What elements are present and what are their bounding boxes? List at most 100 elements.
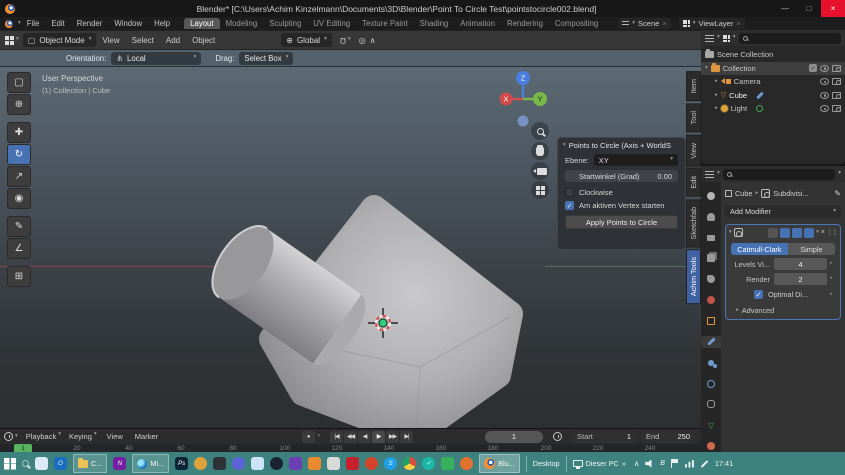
menu-edit[interactable]: Edit [45, 19, 70, 28]
taskbar-app-vlc[interactable] [308, 457, 321, 470]
menu-view[interactable]: View [96, 36, 125, 45]
pin-icon[interactable]: ✎ [834, 189, 841, 198]
snap-caret-icon[interactable]: ▾ [348, 37, 351, 43]
next-keyframe-button[interactable]: ▶▶ [386, 431, 399, 443]
panel-collapse-icon[interactable]: ▾ [563, 143, 566, 149]
workspace-tab-shading[interactable]: Shading [414, 18, 455, 29]
workspace-tab-modeling[interactable]: Modeling [220, 18, 264, 29]
workspace-tab-compositing[interactable]: Compositing [549, 18, 604, 29]
tab-scene[interactable] [701, 273, 721, 285]
taskbar-app-shield[interactable] [213, 457, 226, 470]
tab-tool[interactable] [701, 190, 721, 202]
tab-material[interactable] [701, 440, 721, 452]
marker-menu[interactable]: Marker [135, 432, 158, 441]
tab-constraints[interactable] [701, 398, 721, 410]
camera-view-button[interactable] [531, 162, 549, 180]
transform-orientation-dropdown[interactable]: ⊕ Global ▾ [281, 33, 332, 47]
start-frame-field[interactable]: Start 1 [572, 431, 636, 443]
workspace-tab-rendering[interactable]: Rendering [501, 18, 549, 29]
clockwise-checkbox[interactable] [565, 188, 574, 197]
breadcrumb-object[interactable]: Cube [735, 189, 752, 198]
camera-expand-icon[interactable]: ▸ [715, 79, 718, 85]
scene-unlink-icon[interactable]: × [662, 19, 666, 28]
tool-transform[interactable]: ◉ [7, 188, 31, 209]
network-signal-icon[interactable] [685, 460, 694, 468]
taskbar-folder-button[interactable]: C... [73, 454, 107, 473]
properties-editor-caret-icon[interactable]: ▾ [717, 171, 720, 177]
modifier-realtime-toggle[interactable] [792, 228, 802, 238]
keying-menu[interactable]: Keying▾ [69, 432, 97, 441]
zoom-button[interactable] [531, 122, 549, 140]
tab-object[interactable] [701, 315, 721, 327]
panel-title-row[interactable]: ▾ Points to Circle (Axis + WorldS [558, 138, 685, 152]
outliner-row-collection[interactable]: ▾ Collection ✓ [701, 62, 845, 76]
tool-cursor[interactable]: ⊕ [7, 94, 31, 115]
taskbar-app-pdf[interactable] [346, 457, 359, 470]
modifier-collapse-icon[interactable]: ▾ [729, 230, 732, 236]
levels-viewport-field[interactable]: 4 [774, 258, 827, 270]
sidebar-tab-tool[interactable]: Tool [686, 103, 701, 132]
view-layer-selector[interactable]: ▾ ViewLayer × [679, 18, 745, 29]
tool-move[interactable]: ✚ [7, 122, 31, 143]
taskbar-app-skype[interactable]: S [384, 457, 397, 470]
volume-icon[interactable] [645, 460, 654, 468]
sidebar-tab-view[interactable]: View [686, 135, 701, 167]
jump-to-start-button[interactable]: |◀ [330, 431, 343, 443]
outliner-search-input[interactable] [739, 33, 841, 44]
record-button[interactable]: ● [302, 431, 315, 443]
tab-modifiers[interactable] [701, 336, 721, 348]
dieser-pc-toolbar[interactable]: Dieser PC » [573, 459, 626, 468]
taskbar-app-check[interactable]: ✓ [422, 457, 435, 470]
toolbar-overflow-icon[interactable]: » [622, 459, 626, 468]
taskbar-app-steam[interactable] [270, 457, 283, 470]
collection-expand-icon[interactable]: ▾ [705, 66, 708, 72]
snap-magnet-icon[interactable]: Ω [340, 36, 346, 45]
tool-rotate[interactable]: ↻ [7, 144, 31, 165]
tray-expand-icon[interactable]: ∧ [634, 459, 639, 468]
collection-render-icon[interactable] [832, 65, 841, 72]
pen-input-icon[interactable] [701, 460, 709, 468]
taskbar-app-violet[interactable] [289, 457, 302, 470]
tool-measure[interactable]: ∠ [7, 238, 31, 259]
menu-object[interactable]: Object [186, 36, 221, 45]
outliner-editor-icon[interactable] [705, 35, 714, 42]
properties-editor-icon[interactable] [705, 171, 714, 178]
view-menu[interactable]: View [107, 432, 123, 441]
menu-render[interactable]: Render [71, 19, 109, 28]
workspace-tab-uv-editing[interactable]: UV Editing [307, 18, 356, 29]
modifier-delete-icon[interactable]: × [821, 229, 825, 236]
modifier-editmode-toggle[interactable] [780, 228, 790, 238]
outliner-filter-caret-icon[interactable]: ▾ [733, 35, 736, 41]
stopwatch-icon[interactable] [553, 432, 562, 441]
drag-setting-dropdown[interactable]: Select Box ▾ [239, 52, 293, 65]
menu-window[interactable]: Window [108, 19, 148, 28]
light-expand-icon[interactable]: ▸ [715, 106, 718, 112]
ortho-toggle-button[interactable] [531, 181, 549, 199]
modifier-extras-caret-icon[interactable]: ▾ [816, 230, 819, 236]
view-layer-unlink-icon[interactable]: × [736, 19, 740, 28]
clock[interactable]: 17:41 [715, 459, 733, 468]
outliner-row-light[interactable]: ▸ Light [701, 102, 845, 116]
proportional-falloff-icon[interactable]: ∧ [370, 36, 376, 45]
tool-add-primitive[interactable]: ⊞ [7, 266, 31, 287]
tab-view-layer[interactable] [701, 253, 721, 265]
mode-dropdown[interactable]: ▢ Object Mode ▾ [23, 33, 97, 47]
sidebar-tab-sketchfab[interactable]: Sketchfab [686, 199, 701, 247]
taskbar-app-cloud[interactable] [251, 457, 264, 470]
record-caret-icon[interactable]: ▾ [317, 434, 320, 440]
tab-world[interactable] [701, 294, 721, 306]
menu-file[interactable]: File [21, 19, 46, 28]
taskbar-app-file[interactable] [327, 457, 340, 470]
taskbar-search-icon[interactable] [22, 460, 29, 467]
collection-hide-icon[interactable] [820, 65, 829, 72]
taskbar-app-gold[interactable] [194, 457, 207, 470]
apply-points-to-circle-button[interactable]: Apply Points to Circle [565, 215, 678, 229]
play-reverse-button[interactable]: ◀ [358, 431, 371, 443]
action-center-flag-icon[interactable] [671, 459, 679, 468]
editor-type-icon[interactable] [5, 36, 14, 45]
bluetooth-icon[interactable]: B [660, 460, 665, 467]
menu-select[interactable]: Select [126, 36, 160, 45]
start-angle-slider[interactable]: Startwinkel (Grad) 0.00 [565, 170, 678, 182]
modifier-oncage-toggle[interactable] [768, 228, 778, 238]
tool-scale[interactable]: ↗ [7, 166, 31, 187]
